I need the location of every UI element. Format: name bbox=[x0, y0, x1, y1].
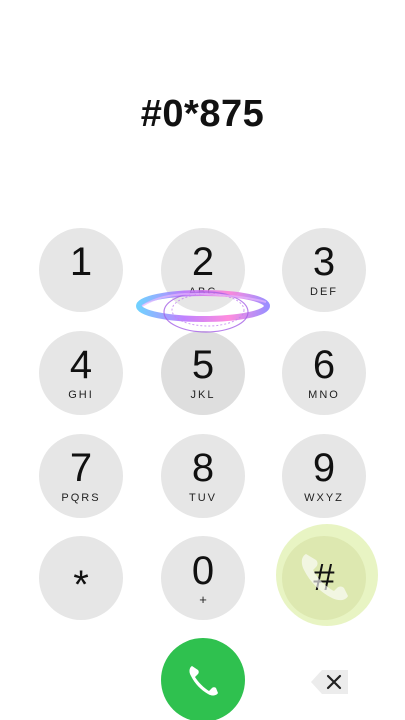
dialed-number-display: #0*875 bbox=[140, 93, 265, 135]
key-letters: PQRS bbox=[61, 492, 101, 504]
key-letters: JKL bbox=[190, 389, 216, 401]
key-digit: # bbox=[313, 557, 335, 599]
key-5[interactable]: 5 JKL bbox=[161, 331, 245, 415]
delete-button[interactable] bbox=[308, 666, 352, 698]
key-letters: GHI bbox=[68, 389, 94, 401]
phone-icon bbox=[189, 666, 218, 696]
key-9[interactable]: 9 WXYZ bbox=[282, 434, 366, 518]
key-digit: 3 bbox=[312, 240, 336, 284]
key-star[interactable]: * bbox=[39, 536, 123, 620]
key-digit: 6 bbox=[312, 343, 336, 387]
dialer-screen: #0*875 1 2 ABC 3 DEF 4 GHI 5 JKL 6 MNO 7… bbox=[0, 0, 405, 720]
key-letters: DEF bbox=[310, 286, 338, 298]
key-digit: 0 bbox=[191, 549, 215, 593]
key-letters: MNO bbox=[308, 389, 340, 401]
key-letters: WXYZ bbox=[304, 492, 344, 504]
key-letters: ABC bbox=[188, 286, 218, 298]
key-1[interactable]: 1 bbox=[39, 228, 123, 312]
key-letters: + bbox=[199, 592, 207, 607]
key-hash[interactable]: # bbox=[282, 536, 366, 620]
key-digit: 4 bbox=[69, 343, 93, 387]
key-letters: TUV bbox=[189, 492, 217, 504]
key-digit: 8 bbox=[191, 446, 215, 490]
key-digit: 5 bbox=[191, 343, 215, 387]
key-digit: 2 bbox=[191, 240, 215, 284]
call-button[interactable] bbox=[161, 638, 245, 720]
key-0[interactable]: 0 + bbox=[161, 536, 245, 620]
key-digit: 7 bbox=[69, 446, 93, 490]
key-2[interactable]: 2 ABC bbox=[161, 228, 245, 312]
key-7[interactable]: 7 PQRS bbox=[39, 434, 123, 518]
key-8[interactable]: 8 TUV bbox=[161, 434, 245, 518]
backspace-icon bbox=[311, 670, 348, 694]
key-6[interactable]: 6 MNO bbox=[282, 331, 366, 415]
key-digit: 9 bbox=[312, 446, 336, 490]
key-digit: 1 bbox=[69, 240, 93, 284]
key-digit: * bbox=[73, 563, 89, 607]
key-3[interactable]: 3 DEF bbox=[282, 228, 366, 312]
key-4[interactable]: 4 GHI bbox=[39, 331, 123, 415]
